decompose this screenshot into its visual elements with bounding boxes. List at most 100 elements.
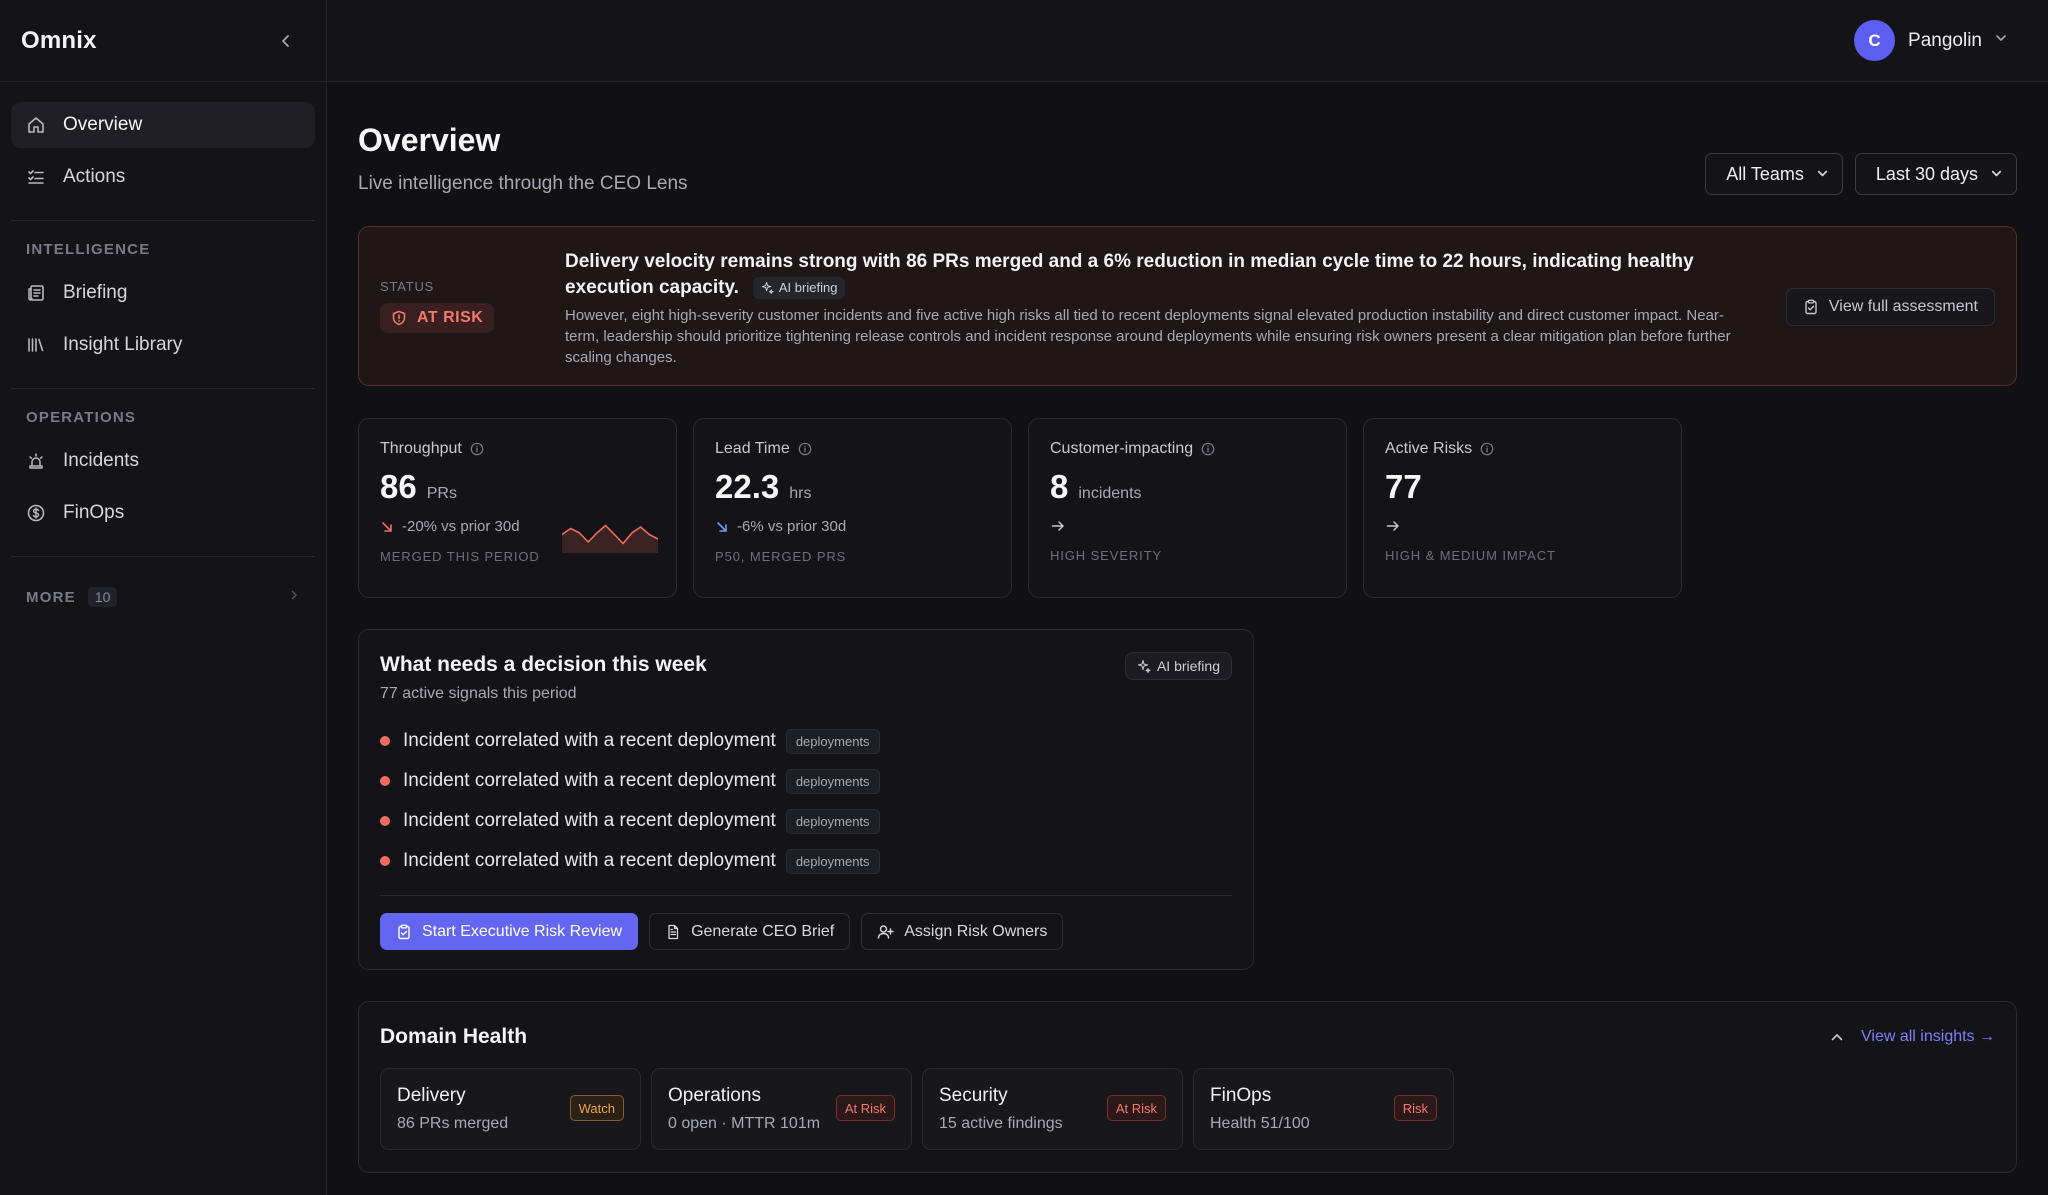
severity-dot [380, 776, 390, 786]
decision-card: What needs a decision this week 77 activ… [358, 629, 1254, 970]
domain-cards: Delivery 86 PRs merged Watch Operations … [380, 1068, 1995, 1150]
kpi-card-throughput[interactable]: Throughput 86 PRs -20% vs prior 30d MERG… [358, 418, 677, 598]
kpi-delta: -6% vs prior 30d [715, 518, 990, 535]
chip-label: AI briefing [1156, 658, 1220, 674]
brand-logo[interactable]: Omnix [21, 27, 97, 55]
start-risk-review-button[interactable]: Start Executive Risk Review [380, 913, 639, 950]
kpi-unit: incidents [1078, 485, 1142, 502]
status-banner: STATUS AT RISK Delivery velocity remains… [358, 226, 2017, 386]
sidebar-item-actions[interactable]: Actions [11, 154, 315, 200]
kpi-footnote: HIGH SEVERITY [1050, 548, 1163, 563]
list-item[interactable]: Incident correlated with a recent deploy… [380, 761, 1232, 801]
status-badge: At Risk [835, 1095, 895, 1121]
list-check-icon [25, 166, 47, 188]
sidebar-item-overview[interactable]: Overview [11, 102, 315, 148]
button-label: Generate CEO Brief [691, 922, 835, 940]
dollar-circle-icon [25, 502, 47, 524]
status-block: STATUS AT RISK [359, 227, 565, 333]
top-bar: C Pangolin [327, 0, 2048, 82]
sidebar-item-label: Incidents [63, 450, 140, 471]
throughput-sparkline [562, 524, 658, 553]
view-all-insights-link[interactable]: View all insights → [1829, 1028, 1995, 1046]
user-menu[interactable]: C Pangolin [1854, 20, 2008, 61]
kpi-value-row: 86 PRs [380, 468, 655, 506]
kpi-value-row: 8 incidents [1050, 468, 1325, 506]
sidebar-item-label: Briefing [63, 282, 128, 303]
assign-risk-owners-button[interactable]: Assign Risk Owners [861, 913, 1064, 950]
sparkles-icon [1137, 659, 1151, 673]
status-badge: AT RISK [380, 303, 495, 333]
sidebar-item-finops[interactable]: FinOps [11, 490, 315, 536]
list-item[interactable]: Incident correlated with a recent deploy… [380, 721, 1232, 761]
shield-alert-icon [391, 310, 407, 326]
clipboard-check-icon [396, 924, 412, 940]
chevron-down-icon [1990, 164, 2003, 185]
domain-card-delivery[interactable]: Delivery 86 PRs merged Watch [380, 1068, 641, 1150]
status-badge: At Risk [1106, 1095, 1166, 1121]
more-count-badge: 10 [87, 587, 118, 607]
card-subtitle: 77 active signals this period [380, 685, 577, 702]
sidebar-nav: Overview Actions INTELLIGENCE Briefing I… [0, 82, 326, 617]
kpi-label: Lead Time [715, 440, 990, 458]
signal-text: Incident correlated with a recent deploy… [403, 810, 776, 831]
kpi-label: Throughput [380, 440, 655, 458]
signal-text: Incident correlated with a recent deploy… [403, 770, 776, 791]
page-content: Overview Live intelligence through the C… [327, 82, 2048, 1173]
collapse-sidebar-button[interactable] [272, 27, 300, 55]
severity-dot [380, 816, 390, 826]
card-title: Domain Health [380, 1025, 528, 1048]
section-heading-intelligence: INTELLIGENCE [26, 241, 151, 258]
sidebar-item-label: Actions [63, 166, 126, 187]
siren-icon [25, 450, 47, 472]
info-icon[interactable] [1480, 442, 1494, 456]
sidebar: Omnix Overview Actions INTELLIGENCE Brie… [0, 0, 327, 1195]
list-item[interactable]: Incident correlated with a recent deploy… [380, 801, 1232, 841]
chevron-up-icon[interactable] [1829, 1029, 1845, 1045]
library-icon [25, 334, 47, 356]
kpi-value: 22.3 [715, 468, 780, 505]
divider [11, 220, 315, 221]
file-text-icon [665, 924, 681, 940]
sidebar-item-incidents[interactable]: Incidents [11, 438, 315, 484]
kpi-card-lead-time[interactable]: Lead Time 22.3 hrs -6% vs prior 30d P50,… [693, 418, 1012, 598]
kpi-unit: PRs [426, 485, 457, 502]
arrow-right-icon[interactable] [1050, 518, 1325, 534]
view-full-assessment-button[interactable]: View full assessment [1785, 288, 1995, 326]
sparkles-icon [761, 281, 774, 295]
domain-card-operations[interactable]: Operations 0 open · MTTR 101m At Risk [651, 1068, 912, 1150]
domain-card-finops[interactable]: FinOps Health 51/100 Risk [1193, 1068, 1454, 1150]
info-icon[interactable] [1201, 442, 1215, 456]
decision-actions: Start Executive Risk Review Generate CEO… [380, 913, 1232, 950]
more-label: MORE [26, 588, 76, 606]
arrow-right-icon[interactable] [1385, 518, 1660, 534]
sidebar-item-label: FinOps [63, 502, 125, 523]
ai-briefing-chip[interactable]: AI briefing [1124, 652, 1232, 680]
button-label: Assign Risk Owners [904, 922, 1048, 940]
sidebar-item-insight-library[interactable]: Insight Library [11, 322, 315, 368]
ai-briefing-chip: AI briefing [752, 276, 846, 299]
kpi-card-customer-impacting[interactable]: Customer-impacting 8 incidents HIGH SEVE… [1028, 418, 1347, 598]
team-filter-select[interactable]: All Teams [1705, 153, 1843, 195]
domain-card-security[interactable]: Security 15 active findings At Risk [922, 1068, 1183, 1150]
sidebar-more-toggle[interactable]: MORE 10 [11, 577, 315, 617]
home-icon [25, 114, 47, 136]
chevron-right-icon [288, 588, 300, 606]
info-icon[interactable] [470, 442, 484, 456]
severity-dot [380, 856, 390, 866]
main-area: C Pangolin Overview Live intelligence th… [327, 0, 2048, 1195]
kpi-label: Customer-impacting [1050, 440, 1325, 458]
kpi-value: 8 [1050, 468, 1069, 505]
list-item[interactable]: Incident correlated with a recent deploy… [380, 841, 1232, 881]
signal-text: Incident correlated with a recent deploy… [403, 850, 776, 871]
sidebar-item-briefing[interactable]: Briefing [11, 270, 315, 316]
kpi-delta-text: -20% vs prior 30d [402, 518, 520, 535]
kpi-label-text: Customer-impacting [1050, 440, 1194, 457]
headline-text: Delivery velocity remains strong with 86… [565, 251, 1694, 298]
info-icon[interactable] [798, 442, 812, 456]
kpi-card-active-risks[interactable]: Active Risks 77 HIGH & MEDIUM IMPACT [1363, 418, 1682, 598]
select-value: All Teams [1726, 163, 1804, 184]
generate-ceo-brief-button[interactable]: Generate CEO Brief [649, 913, 851, 950]
divider [11, 556, 315, 557]
avatar: C [1854, 20, 1896, 61]
date-range-select[interactable]: Last 30 days [1854, 153, 2017, 195]
